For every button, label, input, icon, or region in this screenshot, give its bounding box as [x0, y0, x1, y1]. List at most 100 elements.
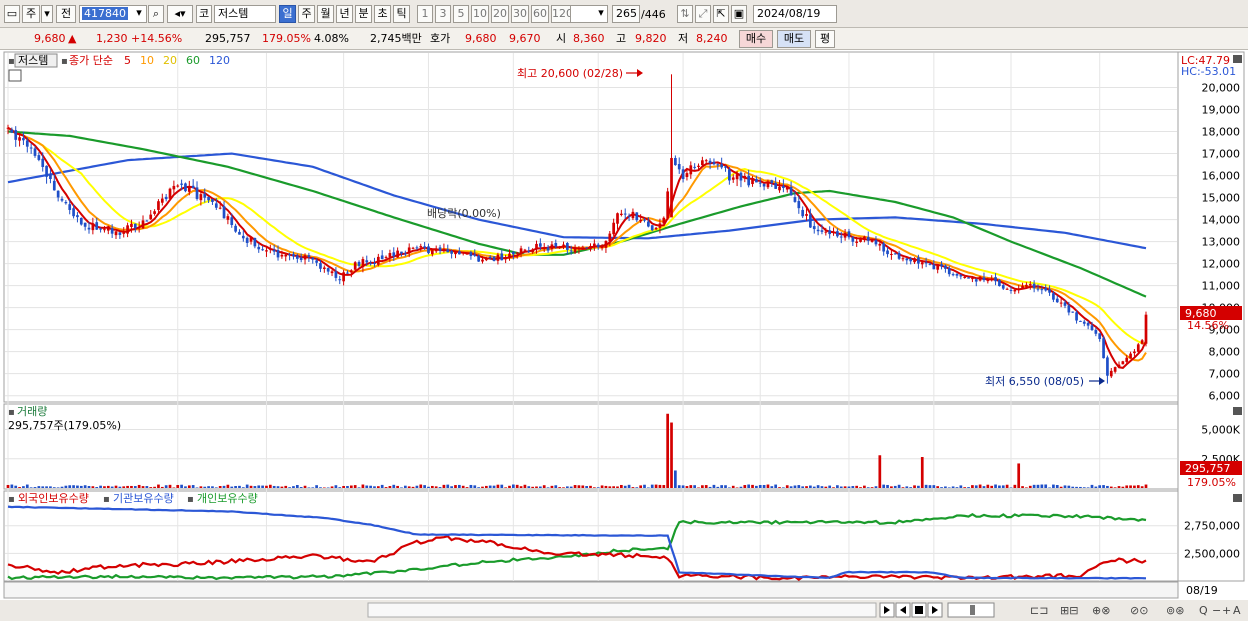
volume-bar	[1082, 487, 1086, 488]
interval-button-120[interactable]: 120	[551, 5, 571, 23]
volume-bar	[886, 484, 889, 488]
playback-controls[interactable]	[895, 602, 943, 618]
volume-bar	[851, 486, 855, 488]
interval-button-20[interactable]: 20	[491, 5, 509, 23]
mode-1-button[interactable]: 주	[22, 5, 40, 23]
ma-legend-20[interactable]: 20	[163, 54, 177, 67]
holdings-panel-close-icon[interactable]	[1233, 494, 1242, 502]
candle-body	[944, 265, 947, 269]
interval-button-5[interactable]: 5	[453, 5, 469, 23]
period-tab-7[interactable]: 틱	[393, 5, 410, 23]
volume-bar	[280, 486, 284, 488]
volume-panel-title[interactable]: 거래량	[17, 405, 47, 418]
sell-button[interactable]: 매도	[777, 30, 811, 48]
buy-button[interactable]: 매수	[739, 30, 773, 48]
ko-button[interactable]: 코	[196, 5, 212, 23]
ma-legend-label[interactable]: 종가 단순	[69, 54, 113, 67]
ma-legend-10[interactable]: 10	[140, 54, 154, 67]
volume-bar	[199, 486, 203, 488]
volume-bar	[249, 485, 253, 488]
candle-body	[593, 243, 596, 247]
period-tab-4[interactable]: 년	[336, 5, 353, 23]
price-panel-title[interactable]: 저스템	[18, 54, 48, 67]
candle-body	[650, 225, 654, 231]
volume-bar	[974, 485, 978, 488]
ma-legend-5[interactable]: 5	[124, 54, 131, 67]
volume-tag-text: 295,757	[1185, 462, 1231, 475]
candle-body	[349, 270, 353, 273]
candle-body	[141, 220, 145, 229]
ma-legend-60[interactable]: 60	[186, 54, 200, 67]
interval-button-10[interactable]: 10	[471, 5, 489, 23]
mode-2-button[interactable]: 전	[56, 5, 76, 23]
high-label: 고	[616, 32, 627, 45]
volume-bar	[932, 485, 936, 488]
candle-body	[1144, 314, 1148, 344]
candle-body	[974, 279, 978, 282]
candle-body	[843, 233, 847, 238]
volume-bar	[832, 487, 835, 488]
period-tab-5[interactable]: 분	[355, 5, 372, 23]
volume-bar	[450, 486, 453, 488]
candle-body	[265, 250, 268, 252]
count-total: /446	[641, 8, 666, 21]
candle-body	[1117, 364, 1121, 367]
period-tab-3[interactable]: 월	[317, 5, 334, 23]
draw-icon[interactable]: ⤢	[695, 5, 711, 23]
candle-body	[388, 253, 392, 257]
stock-name-field[interactable]: 저스템	[214, 5, 276, 23]
candle-body	[774, 182, 778, 189]
compare-icon[interactable]: ⇅	[677, 5, 693, 23]
holdings-legend-3[interactable]: 개인보유수량	[197, 492, 258, 505]
code-dropdown-icon[interactable]: ▾	[132, 5, 146, 23]
volume-bar	[365, 485, 369, 488]
up-arrow-icon: ▲	[68, 32, 77, 45]
stock-chart[interactable]: 6,0007,0008,0009,00010,00011,00012,00013…	[0, 50, 1248, 621]
ma-legend-120[interactable]: 120	[209, 54, 230, 67]
price-panel-close-icon[interactable]	[1233, 55, 1242, 63]
date-field[interactable]: 2024/08/19	[753, 5, 837, 23]
count-field[interactable]: 265	[612, 5, 640, 23]
volume-bar	[542, 485, 546, 488]
interval-dropdown-icon[interactable]: ▾	[594, 5, 608, 23]
interval-button-60[interactable]: 60	[531, 5, 549, 23]
volume-bar	[184, 486, 187, 488]
volume-panel-close-icon[interactable]	[1233, 407, 1242, 415]
candle-body	[913, 258, 916, 263]
candle-body	[515, 252, 519, 254]
candle-body	[963, 276, 967, 278]
holdings-legend-1[interactable]: 외국인보유수량	[18, 492, 89, 505]
candle-body	[878, 243, 882, 246]
candle-body	[226, 216, 230, 220]
volume-bar	[338, 487, 342, 488]
stock-code-value: 417840	[82, 7, 128, 20]
period-tab-6[interactable]: 초	[374, 5, 391, 23]
candle-body	[523, 249, 527, 251]
table-icon[interactable]	[8, 69, 22, 82]
volume-bar	[253, 486, 257, 488]
period-tab-1[interactable]: 일	[279, 5, 296, 23]
candle-body	[577, 248, 581, 250]
chevron-down-icon[interactable]: ▾	[41, 5, 53, 23]
horizontal-scrollbar[interactable]	[367, 602, 877, 618]
save-icon[interactable]: ▣	[731, 5, 747, 23]
interval-button-3[interactable]: 3	[435, 5, 451, 23]
change-value: 1,230	[96, 32, 128, 45]
candle-body	[60, 198, 64, 201]
search-icon[interactable]: ⌕	[148, 5, 164, 23]
candle-body	[29, 147, 33, 149]
layout-icon[interactable]: ▭	[4, 5, 20, 23]
candle-body	[751, 178, 754, 185]
candle-body	[812, 226, 816, 230]
candle-body	[1021, 285, 1024, 290]
x-axis	[3, 581, 1179, 599]
eval-button[interactable]: 평	[815, 30, 835, 48]
period-tab-2[interactable]: 주	[298, 5, 315, 23]
interval-button-1[interactable]: 1	[417, 5, 433, 23]
interval-button-30[interactable]: 30	[511, 5, 529, 23]
candle-body	[1129, 353, 1132, 359]
speaker-icon[interactable]: ◂▾	[167, 5, 193, 23]
volume-bar	[647, 487, 650, 488]
expand-icon[interactable]: ⇱	[713, 5, 729, 23]
holdings-legend-2[interactable]: 기관보유수량	[113, 492, 174, 505]
